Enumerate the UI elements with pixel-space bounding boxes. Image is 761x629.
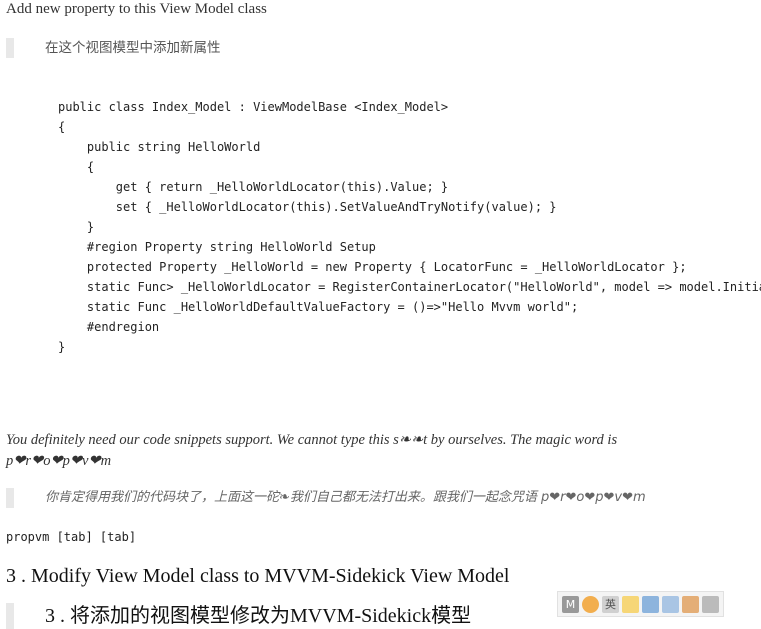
- code-line: protected Property _HelloWorld = new Pro…: [58, 260, 687, 274]
- code-line: #region Property string HelloWorld Setup: [58, 240, 376, 254]
- magic-word: p❤r❤o❤p❤v❤m: [6, 453, 112, 469]
- section-heading: Add new property to this View Model clas…: [6, 1, 267, 17]
- step-3-heading: 3 . Modify View Model class to MVVM-Side…: [6, 565, 510, 587]
- code-line: set { _HelloWorldLocator(this).SetValueA…: [58, 200, 557, 214]
- punctuation-icon[interactable]: [642, 595, 659, 613]
- code-line: {: [58, 160, 95, 174]
- code-block: public class Index_Model : ViewModelBase…: [58, 97, 761, 357]
- moon-icon[interactable]: [622, 595, 639, 613]
- code-line: get { return _HelloWorldLocator(this).Va…: [58, 180, 449, 194]
- snippet-note: You definitely need our code snippets su…: [6, 430, 756, 472]
- code-line: #endregion: [58, 320, 160, 334]
- keyboard-icon[interactable]: [662, 595, 679, 613]
- code-line: public class Index_Model : ViewModelBase…: [58, 100, 449, 114]
- snippet-note-line: You definitely need our code snippets su…: [6, 432, 618, 448]
- step-3-translation: 3 . 将添加的视图模型修改为MVVM-Sidekick模型: [6, 603, 471, 629]
- code-line: }: [58, 340, 66, 354]
- snippet-command: propvm [tab] [tab]: [6, 530, 137, 544]
- ime-mode-icon[interactable]: M: [562, 595, 579, 613]
- code-line: {: [58, 120, 66, 134]
- code-line: static Func> _HelloWorldLocator = Regist…: [58, 280, 761, 294]
- heading-translation: 在这个视图模型中添加新属性: [6, 38, 221, 58]
- toolbox-icon[interactable]: [702, 595, 719, 613]
- lang-switch-icon[interactable]: 英: [602, 595, 619, 613]
- snippet-note-translation: 你肯定得用我们的代码块了，上面这一砣❧我们自己都无法打出来。跟我们一起念咒语 p…: [6, 488, 646, 508]
- code-line: public string HelloWorld: [58, 140, 261, 154]
- ime-toolbar[interactable]: M 英: [557, 591, 724, 617]
- ime-logo-icon[interactable]: [582, 595, 599, 613]
- code-line: }: [58, 220, 95, 234]
- code-line: static Func _HelloWorldDefaultValueFacto…: [58, 300, 579, 314]
- skin-icon[interactable]: [682, 595, 699, 613]
